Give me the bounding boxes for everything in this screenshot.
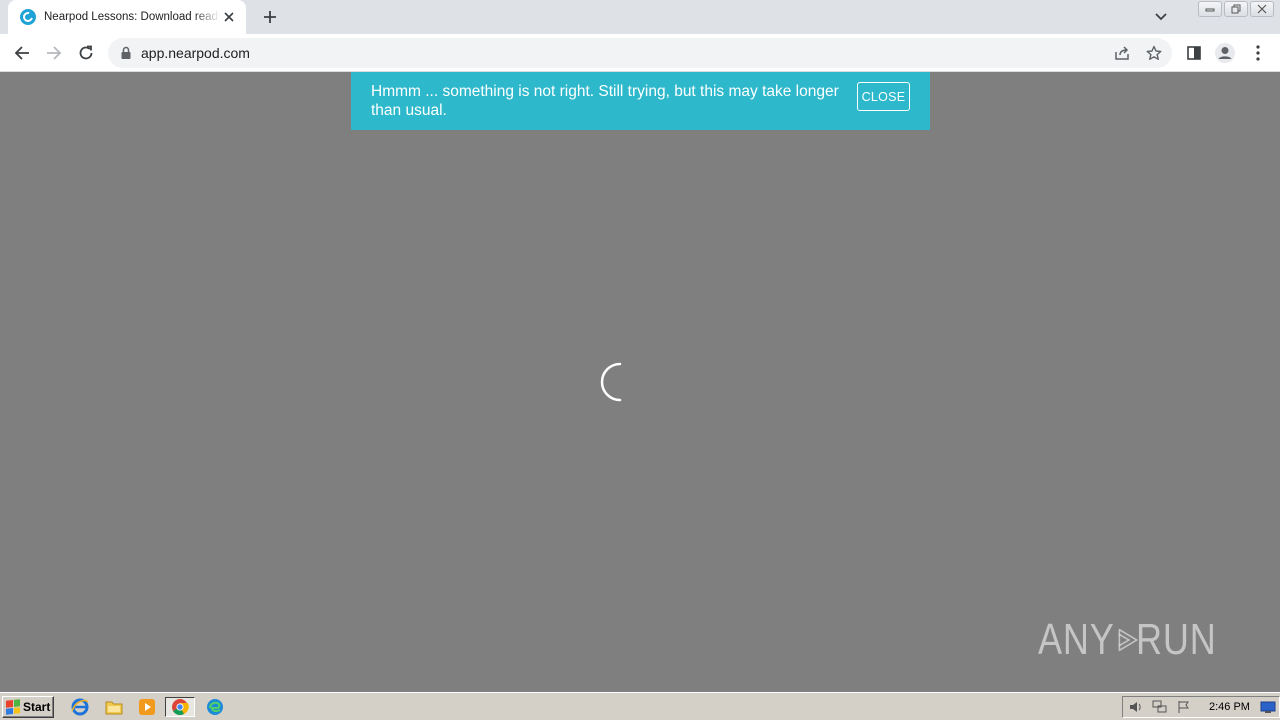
network-icon[interactable] — [1151, 699, 1169, 715]
loading-spinner-icon — [600, 361, 640, 403]
windows-flag-icon — [6, 699, 20, 715]
reload-icon[interactable] — [73, 40, 99, 66]
show-desktop-icon[interactable] — [1259, 699, 1277, 715]
menu-kebab-icon[interactable] — [1246, 41, 1270, 65]
address-bar[interactable]: app.nearpod.com — [108, 38, 1172, 68]
share-icon[interactable] — [1112, 43, 1132, 63]
tab-close-icon[interactable] — [220, 8, 238, 26]
new-tab-button[interactable] — [259, 6, 281, 28]
url-text[interactable]: app.nearpod.com — [141, 45, 250, 61]
anyrun-watermark: ANY RUN — [1038, 608, 1234, 672]
start-button[interactable]: Start — [2, 696, 54, 718]
minimize-button[interactable] — [1198, 1, 1222, 17]
watermark-text-left: ANY — [1038, 615, 1115, 664]
taskbar-clock[interactable]: 2:46 PM — [1209, 701, 1250, 713]
profile-avatar-icon[interactable] — [1213, 41, 1237, 65]
watermark-text-right: RUN — [1135, 615, 1217, 664]
volume-icon[interactable] — [1127, 699, 1145, 715]
side-panel-icon[interactable] — [1182, 41, 1206, 65]
edge-icon[interactable] — [204, 697, 226, 717]
file-explorer-icon[interactable] — [103, 697, 125, 717]
back-arrow-icon[interactable] — [9, 40, 35, 66]
page-content: Hmmm ... something is not right. Still t… — [0, 72, 1280, 692]
system-tray: 2:46 PM — [1122, 696, 1280, 718]
forward-arrow-icon[interactable] — [41, 40, 67, 66]
media-player-icon[interactable] — [136, 697, 158, 717]
nearpod-favicon-icon — [20, 9, 36, 25]
tab-search-chevron-icon[interactable] — [1151, 8, 1171, 26]
chrome-icon[interactable] — [165, 697, 195, 717]
bookmark-star-icon[interactable] — [1144, 43, 1164, 63]
restore-button[interactable] — [1224, 1, 1248, 17]
tab-strip: Nearpod Lessons: Download ready-to-teach — [0, 0, 1280, 34]
windows-taskbar: Start 2:46 PM — [0, 692, 1280, 720]
browser-tab[interactable]: Nearpod Lessons: Download ready-to-teach — [8, 0, 246, 34]
lock-icon[interactable] — [120, 46, 132, 60]
start-label: Start — [23, 700, 51, 714]
alert-message: Hmmm ... something is not right. Still t… — [371, 83, 839, 119]
window-controls — [1196, 1, 1274, 17]
error-alert-banner: Hmmm ... something is not right. Still t… — [351, 72, 930, 130]
browser-toolbar: app.nearpod.com — [0, 34, 1280, 72]
internet-explorer-icon[interactable] — [69, 697, 91, 717]
action-center-flag-icon[interactable] — [1175, 699, 1193, 715]
tab-title: Nearpod Lessons: Download ready-to-teach — [44, 11, 220, 23]
alert-close-button[interactable]: CLOSE — [857, 82, 910, 111]
close-window-button[interactable] — [1250, 1, 1274, 17]
